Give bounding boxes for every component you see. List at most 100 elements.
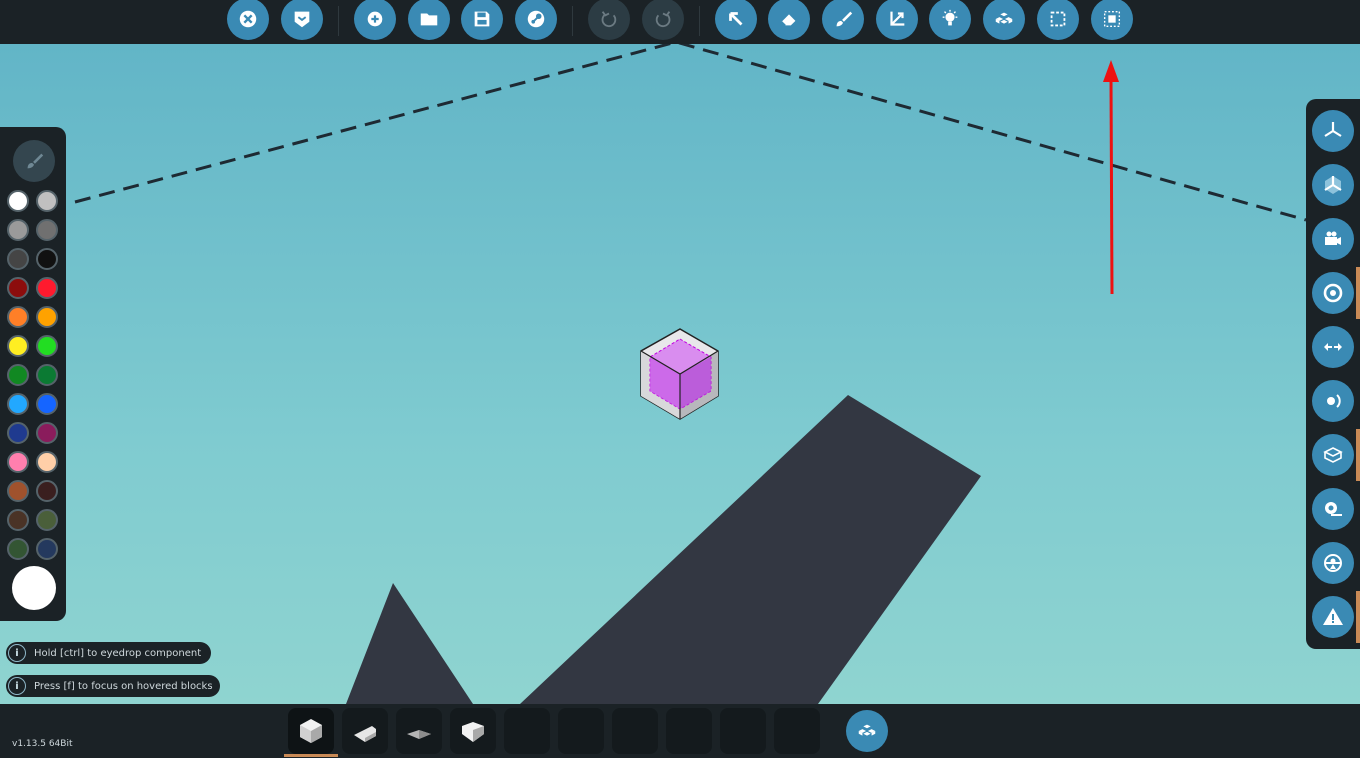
color-swatch[interactable] <box>7 277 29 299</box>
blocks-button[interactable] <box>983 0 1025 40</box>
close-button[interactable] <box>227 0 269 40</box>
color-swatch[interactable] <box>36 190 58 212</box>
redo-icon <box>655 11 671 28</box>
color-swatch[interactable] <box>36 335 58 357</box>
color-swatch[interactable] <box>7 219 29 241</box>
color-swatch[interactable] <box>7 451 29 473</box>
panel-tab-marker <box>1356 429 1360 481</box>
select-all-icon <box>1103 10 1121 28</box>
toolbar-separator <box>338 6 339 36</box>
hotbar-slot-half-cube[interactable] <box>450 708 496 754</box>
top-toolbar <box>0 0 1360 44</box>
color-swatch[interactable] <box>36 306 58 328</box>
cube-view-button[interactable] <box>1312 434 1354 476</box>
cube-block-icon <box>300 719 322 743</box>
color-swatch[interactable] <box>36 451 58 473</box>
focus-target-button[interactable] <box>1312 272 1354 314</box>
color-swatch[interactable] <box>7 480 29 502</box>
color-swatch[interactable] <box>36 422 58 444</box>
paint-brush-icon <box>836 11 853 27</box>
color-swatch[interactable] <box>36 538 58 560</box>
color-swatch[interactable] <box>36 219 58 241</box>
save-icon <box>474 11 490 27</box>
hotbar-slot-cube[interactable] <box>288 708 334 754</box>
scene-canvas[interactable] <box>0 44 1360 704</box>
terrain-spike <box>346 583 473 704</box>
open-button[interactable] <box>408 0 450 40</box>
selection-box-button[interactable] <box>1037 0 1079 40</box>
warning-icon <box>1323 608 1343 625</box>
toolbar-separator <box>572 6 573 36</box>
steam-workshop-button[interactable] <box>515 0 557 40</box>
version-label: v1.13.5 64Bit <box>12 739 73 749</box>
open-folder-icon <box>420 13 438 26</box>
hotbar-slot-empty[interactable] <box>558 708 604 754</box>
hint-eyedrop: i Hold [ctrl] to eyedrop component <box>6 642 211 664</box>
measure-button[interactable] <box>1312 488 1354 530</box>
color-swatch[interactable] <box>7 306 29 328</box>
select-all-button[interactable] <box>1091 0 1133 40</box>
lighting-button[interactable] <box>929 0 971 40</box>
redo-button[interactable] <box>642 0 684 40</box>
hotbar-slot-wedge[interactable] <box>342 708 388 754</box>
undo-icon <box>601 11 617 28</box>
hotbar-slot-empty[interactable] <box>504 708 550 754</box>
axis-view-alt-button[interactable] <box>1312 164 1354 206</box>
eraser-tool-button[interactable] <box>768 0 810 40</box>
save-button[interactable] <box>461 0 503 40</box>
hint-focus: i Press [f] to focus on hovered blocks <box>6 675 220 697</box>
axis-view-button[interactable] <box>1312 110 1354 152</box>
info-icon: i <box>8 644 26 662</box>
selected-block[interactable] <box>640 328 719 420</box>
paint-brush-icon <box>27 153 44 169</box>
select-tool-button[interactable] <box>715 0 757 40</box>
half-cube-block-icon <box>462 722 484 742</box>
color-swatch[interactable] <box>7 335 29 357</box>
hotbar-slot-empty[interactable] <box>720 708 766 754</box>
color-swatch[interactable] <box>36 480 58 502</box>
inspect-button[interactable] <box>1312 542 1354 584</box>
color-swatch[interactable] <box>7 190 29 212</box>
active-color-swatch[interactable] <box>12 566 56 610</box>
color-swatch[interactable] <box>7 393 29 415</box>
menu-dropdown-button[interactable] <box>281 0 323 40</box>
color-swatch[interactable] <box>36 248 58 270</box>
camera-button[interactable] <box>1312 218 1354 260</box>
hotbar-slot-empty[interactable] <box>666 708 712 754</box>
panel-tab-marker <box>1356 267 1360 319</box>
move-button[interactable] <box>1312 326 1354 368</box>
wedge-block-icon <box>354 726 376 742</box>
color-swatch[interactable] <box>36 393 58 415</box>
selection-box-icon <box>1050 11 1066 27</box>
select-arrow-icon <box>729 12 743 26</box>
transform-tool-button[interactable] <box>876 0 918 40</box>
color-swatch[interactable] <box>36 364 58 386</box>
warnings-button[interactable] <box>1312 596 1354 638</box>
editor-viewport[interactable] <box>0 44 1360 704</box>
light-bulb-icon <box>942 9 958 26</box>
palette-brush-button[interactable] <box>13 140 55 182</box>
color-swatch[interactable] <box>7 538 29 560</box>
hotbar-slot-pyramid[interactable] <box>396 708 442 754</box>
tape-measure-icon <box>1325 502 1342 516</box>
color-swatch[interactable] <box>7 364 29 386</box>
hotbar-slot-empty[interactable] <box>612 708 658 754</box>
hotbar-slot-empty[interactable] <box>774 708 820 754</box>
transform-axes-icon <box>890 11 905 26</box>
color-swatch[interactable] <box>36 509 58 531</box>
close-icon <box>239 10 257 28</box>
axis-view-alt-icon <box>1324 176 1342 194</box>
new-icon <box>367 11 383 27</box>
orbit-button[interactable] <box>1312 380 1354 422</box>
color-swatch[interactable] <box>7 422 29 444</box>
orbit-icon <box>1327 394 1341 408</box>
color-swatch[interactable] <box>7 248 29 270</box>
toolbar-separator <box>699 6 700 36</box>
color-palette-panel <box>0 127 66 621</box>
block-library-button[interactable] <box>846 710 888 752</box>
color-swatch[interactable] <box>36 277 58 299</box>
color-swatch[interactable] <box>7 509 29 531</box>
undo-button[interactable] <box>588 0 630 40</box>
new-button[interactable] <box>354 0 396 40</box>
paint-tool-button[interactable] <box>822 0 864 40</box>
